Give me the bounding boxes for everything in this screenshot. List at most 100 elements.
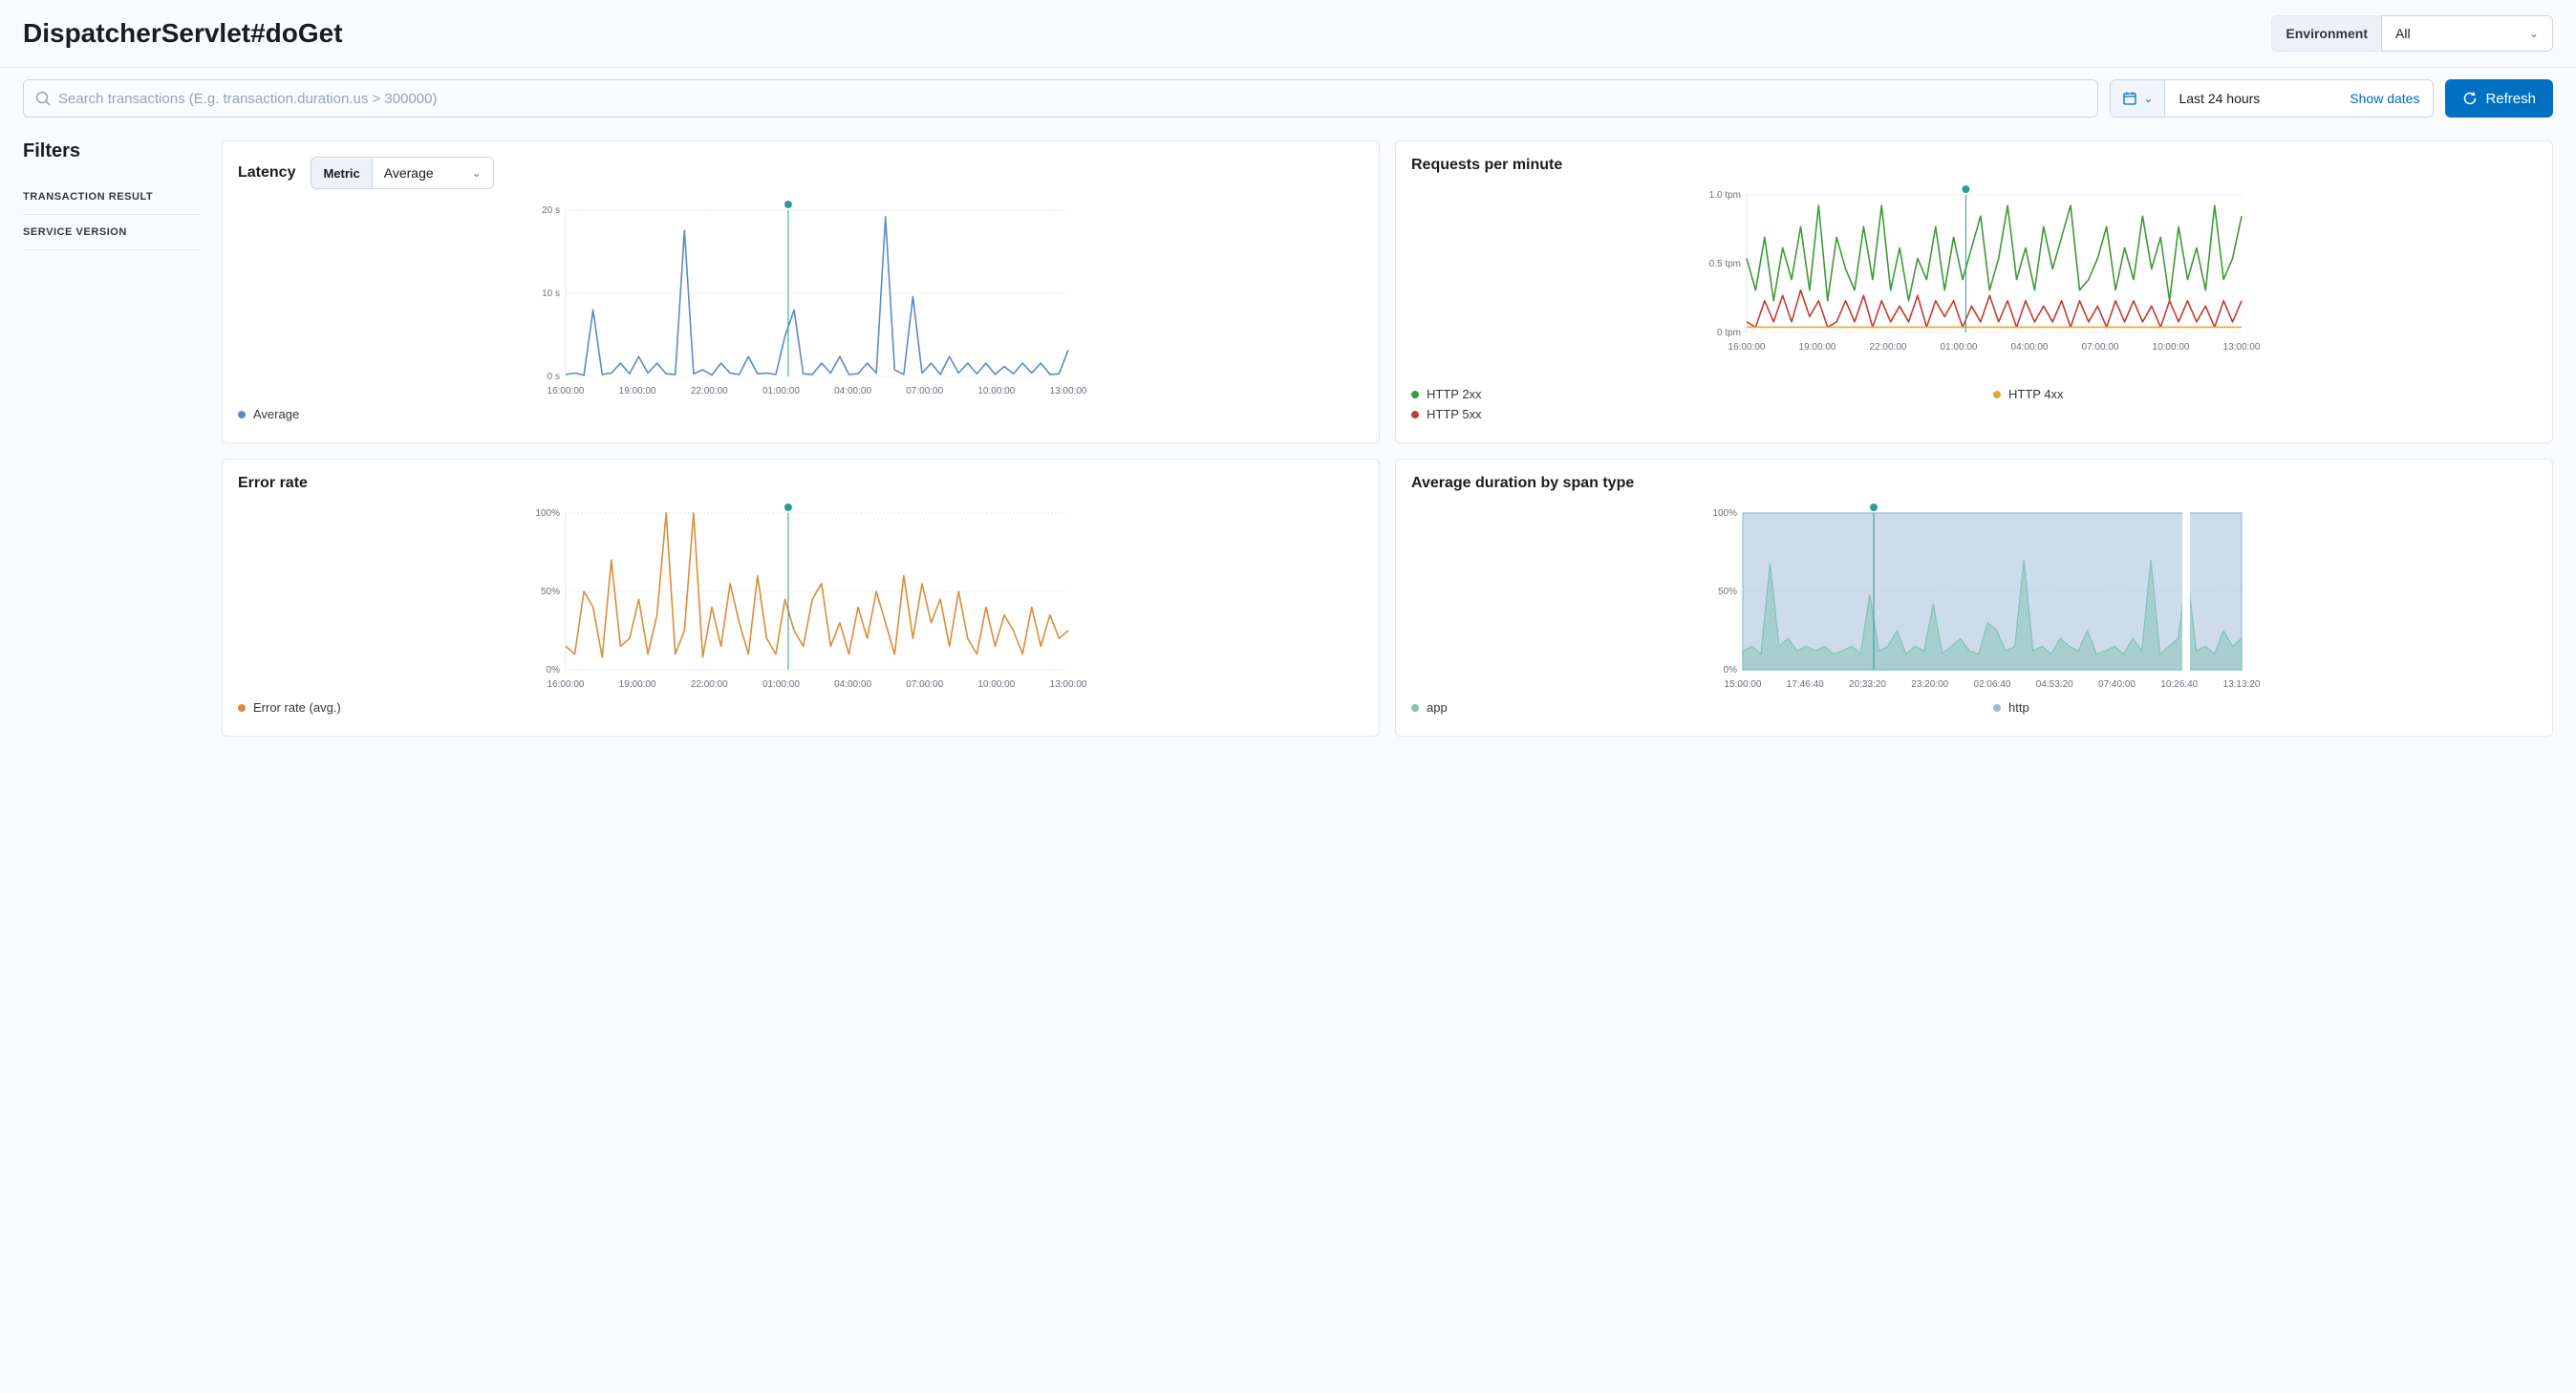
latency-panel: Latency Metric Average ⌄ 0 s 10 s 20 s 16:0… xyxy=(222,140,1380,443)
span-chart[interactable]: 0% 50% 100% 15:00:00 17:46:40 20:33:20 23:20:0… xyxy=(1411,500,2537,691)
filters-sidebar: Filters TRANSACTION RESULTSERVICE VERSIO… xyxy=(23,140,199,737)
svg-text:13:00:00: 13:00:00 xyxy=(1050,679,1087,690)
svg-text:0%: 0% xyxy=(1724,665,1738,675)
filters-heading: Filters xyxy=(23,140,199,162)
svg-text:19:00:00: 19:00:00 xyxy=(619,386,656,396)
content: Filters TRANSACTION RESULTSERVICE VERSIO… xyxy=(0,129,2576,760)
page-header: DispatcherServlet#doGet Environment All … xyxy=(0,0,2576,68)
svg-text:01:00:00: 01:00:00 xyxy=(762,386,800,396)
toolbar: ⌄ Last 24 hours Show dates Refresh xyxy=(0,68,2576,129)
svg-text:02:06:40: 02:06:40 xyxy=(1974,679,2011,690)
svg-text:100%: 100% xyxy=(535,508,560,519)
svg-text:10:26:40: 10:26:40 xyxy=(2160,679,2198,690)
legend-item[interactable]: Average xyxy=(238,407,1363,421)
refresh-button[interactable]: Refresh xyxy=(2445,79,2553,118)
svg-text:15:00:00: 15:00:00 xyxy=(1725,679,1762,690)
chevron-down-icon: ⌄ xyxy=(2529,27,2539,40)
svg-text:01:00:00: 01:00:00 xyxy=(1941,342,1978,353)
svg-text:23:20:00: 23:20:00 xyxy=(1911,679,1948,690)
show-dates-link[interactable]: Show dates xyxy=(2350,91,2419,106)
search-input[interactable] xyxy=(51,91,2086,107)
filter-transaction-result[interactable]: TRANSACTION RESULT xyxy=(23,180,199,215)
svg-text:10 s: 10 s xyxy=(542,289,560,299)
svg-text:0.5 tpm: 0.5 tpm xyxy=(1709,259,1741,269)
metric-label: Metric xyxy=(311,159,372,188)
svg-text:13:13:20: 13:13:20 xyxy=(2223,679,2261,690)
svg-text:20 s: 20 s xyxy=(542,205,560,216)
calendar-icon xyxy=(2122,91,2137,106)
svg-text:22:00:00: 22:00:00 xyxy=(1870,342,1907,353)
metric-value: Average xyxy=(384,165,434,181)
legend-item[interactable]: http xyxy=(1993,700,2537,715)
rpm-chart[interactable]: 0 tpm 0.5 tpm 1.0 tpm 16:00:00 19:00:00 22:00… xyxy=(1411,182,2537,377)
environment-value: All xyxy=(2395,26,2411,41)
date-range-text: Last 24 hours xyxy=(2179,91,2260,106)
svg-text:04:00:00: 04:00:00 xyxy=(2011,342,2049,353)
svg-text:1.0 tpm: 1.0 tpm xyxy=(1709,190,1741,201)
date-range-display[interactable]: Last 24 hours Show dates xyxy=(2165,80,2433,117)
svg-text:10:00:00: 10:00:00 xyxy=(977,679,1015,690)
chevron-down-icon: ⌄ xyxy=(2143,92,2153,105)
svg-text:16:00:00: 16:00:00 xyxy=(547,679,585,690)
svg-text:0%: 0% xyxy=(547,665,561,675)
svg-text:22:00:00: 22:00:00 xyxy=(691,386,728,396)
environment-select[interactable]: All ⌄ xyxy=(2381,15,2553,52)
svg-text:19:00:00: 19:00:00 xyxy=(1799,342,1836,353)
search-wrap[interactable] xyxy=(23,79,2098,118)
error-title: Error rate xyxy=(238,475,308,492)
svg-text:10:00:00: 10:00:00 xyxy=(977,386,1015,396)
chevron-down-icon: ⌄ xyxy=(472,166,482,180)
span-legend: app http xyxy=(1411,700,2537,720)
calendar-button[interactable]: ⌄ xyxy=(2111,80,2165,117)
latency-title: Latency xyxy=(238,164,295,182)
latency-legend: Average xyxy=(238,407,1363,427)
svg-text:07:00:00: 07:00:00 xyxy=(906,386,943,396)
svg-text:04:53:20: 04:53:20 xyxy=(2036,679,2073,690)
error-chart[interactable]: 0% 50% 100% 16:00:00 19:00:00 22:00:00 01:00:0… xyxy=(238,500,1363,691)
svg-text:0 tpm: 0 tpm xyxy=(1717,328,1741,338)
date-range: ⌄ Last 24 hours Show dates xyxy=(2110,79,2434,118)
svg-text:50%: 50% xyxy=(1718,587,1737,597)
svg-text:07:00:00: 07:00:00 xyxy=(906,679,943,690)
metric-select[interactable]: Average ⌄ xyxy=(373,158,493,188)
metric-selector: Metric Average ⌄ xyxy=(311,157,493,189)
latency-chart[interactable]: 0 s 10 s 20 s 16:00:00 19:00:00 22:00:00 01:00… xyxy=(238,197,1363,397)
legend-item[interactable]: HTTP 4xx xyxy=(1993,387,2537,401)
svg-text:17:46:40: 17:46:40 xyxy=(1787,679,1824,690)
search-icon xyxy=(35,91,51,106)
svg-text:07:40:00: 07:40:00 xyxy=(2098,679,2136,690)
svg-text:100%: 100% xyxy=(1712,508,1737,519)
svg-text:07:00:00: 07:00:00 xyxy=(2082,342,2119,353)
rpm-panel: Requests per minute 0 tpm 0.5 tpm 1.0 tpm 1… xyxy=(1395,140,2553,443)
svg-text:13:00:00: 13:00:00 xyxy=(2223,342,2261,353)
svg-text:19:00:00: 19:00:00 xyxy=(619,679,656,690)
page-title: DispatcherServlet#doGet xyxy=(23,18,343,49)
main-grid: Latency Metric Average ⌄ 0 s 10 s 20 s 16:0… xyxy=(222,140,2553,737)
legend-item[interactable]: HTTP 2xx xyxy=(1411,387,1955,401)
svg-text:04:00:00: 04:00:00 xyxy=(834,386,871,396)
error-panel: Error rate 0% 50% 100% 16:00:00 19:00:00 22:0… xyxy=(222,459,1380,737)
legend-item[interactable]: HTTP 5xx xyxy=(1411,407,1955,421)
span-title: Average duration by span type xyxy=(1411,475,1634,492)
header-controls: Environment All ⌄ xyxy=(2271,15,2553,52)
svg-text:0 s: 0 s xyxy=(547,372,560,382)
legend-item[interactable]: Error rate (avg.) xyxy=(238,700,1363,715)
svg-text:04:00:00: 04:00:00 xyxy=(834,679,871,690)
span-panel: Average duration by span type 0% 50% 100% 1… xyxy=(1395,459,2553,737)
legend-item[interactable]: app xyxy=(1411,700,1955,715)
refresh-icon xyxy=(2462,91,2478,106)
svg-text:22:00:00: 22:00:00 xyxy=(691,679,728,690)
svg-text:50%: 50% xyxy=(541,587,560,597)
svg-text:10:00:00: 10:00:00 xyxy=(2153,342,2190,353)
filter-service-version[interactable]: SERVICE VERSION xyxy=(23,215,199,250)
refresh-label: Refresh xyxy=(2485,91,2536,107)
error-legend: Error rate (avg.) xyxy=(238,700,1363,720)
rpm-title: Requests per minute xyxy=(1411,157,1562,174)
svg-text:13:00:00: 13:00:00 xyxy=(1050,386,1087,396)
svg-text:16:00:00: 16:00:00 xyxy=(1728,342,1766,353)
svg-text:01:00:00: 01:00:00 xyxy=(762,679,800,690)
rpm-legend: HTTP 2xx HTTP 5xx HTTP 4xx xyxy=(1411,387,2537,427)
environment-label: Environment xyxy=(2271,15,2381,52)
svg-text:20:33:20: 20:33:20 xyxy=(1849,679,1886,690)
svg-text:16:00:00: 16:00:00 xyxy=(547,386,585,396)
